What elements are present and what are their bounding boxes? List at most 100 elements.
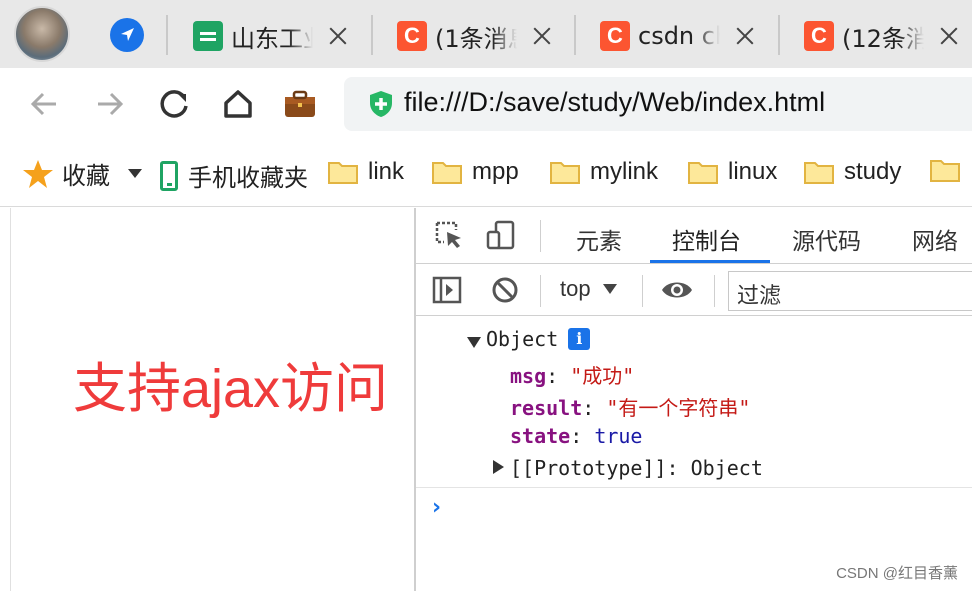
phone-icon [160, 160, 178, 191]
bookmark-folder-mpp[interactable]: mpp [432, 158, 519, 186]
object-header[interactable]: Object i [486, 327, 591, 351]
expand-triangle-icon[interactable] [467, 337, 481, 348]
tab-separator [574, 15, 576, 55]
bookmark-folder-linux[interactable]: linux [688, 158, 777, 186]
csdn-icon: C [804, 21, 834, 51]
context-label: top [560, 276, 591, 301]
tab-elements[interactable]: 元素 [576, 222, 622, 256]
tab-title: (1条消息 [435, 24, 517, 53]
sheets-icon [193, 21, 223, 51]
separator [714, 275, 715, 307]
context-selector[interactable]: top [560, 276, 617, 302]
folder-icon [550, 160, 580, 184]
url-text[interactable]: file:///D:/save/study/Web/index.html [404, 87, 825, 118]
page-viewport: 支持ajax访问 [0, 208, 415, 591]
folder-label: mpp [472, 158, 519, 185]
property-key: state [510, 424, 571, 448]
devtools-tabbar: 元素 控制台 源代码 网络 [416, 208, 972, 264]
property-value: "成功" [570, 364, 635, 388]
tab-strip: 山东工业 C (1条消息 C csdn ch C (12条消 [0, 0, 972, 68]
tab-3[interactable]: C csdn ch [600, 14, 756, 58]
clear-console-icon[interactable] [490, 275, 520, 305]
folder-icon [930, 158, 960, 182]
folder-icon [432, 160, 462, 184]
tab-sources[interactable]: 源代码 [792, 222, 861, 256]
bookmark-folder-mylink[interactable]: mylink [550, 158, 658, 186]
mobile-label: 手机收藏夹 [188, 165, 308, 192]
tab-network[interactable]: 网络 [912, 222, 958, 256]
close-icon[interactable] [938, 25, 960, 47]
tab-separator [778, 15, 780, 55]
tab-4[interactable]: C (12条消 [804, 14, 960, 58]
tab-console[interactable]: 控制台 [672, 222, 741, 256]
csdn-icon: C [397, 21, 427, 51]
reload-button[interactable] [154, 84, 194, 124]
folder-label: study [844, 158, 902, 185]
object-label: Object [486, 327, 559, 351]
property-row: state: true [510, 424, 643, 448]
console-prompt[interactable]: › [432, 495, 441, 520]
forward-button[interactable] [90, 84, 130, 124]
separator [642, 275, 643, 307]
folder-label: linux [728, 158, 778, 185]
sidebar-toggle-icon[interactable] [432, 275, 462, 305]
bookmark-folder-link[interactable]: link [328, 158, 404, 186]
tab-title: csdn ch [638, 22, 720, 50]
prototype-row[interactable]: [[Prototype]]: Object [510, 456, 763, 480]
chevron-down-icon [602, 284, 617, 294]
separator [540, 220, 541, 252]
bookmark-folder-study[interactable]: study [804, 158, 901, 186]
tab-1[interactable]: 山东工业 [193, 14, 349, 58]
bookmark-favorites[interactable]: 收藏 [22, 156, 142, 191]
close-icon[interactable] [531, 25, 553, 47]
reload-icon [160, 90, 188, 118]
profile-avatar[interactable] [14, 6, 70, 62]
property-key: msg [510, 364, 547, 388]
expand-triangle-icon[interactable] [493, 460, 504, 474]
shield-icon [370, 91, 392, 117]
page-heading: 支持ajax访问 [73, 359, 389, 419]
devtools-panel: 元素 控制台 源代码 网络 top 过滤 Object i msg: "成功" … [416, 208, 972, 591]
info-icon[interactable]: i [568, 328, 591, 350]
watermark: CSDN @红目香薰 [836, 565, 958, 582]
bookmark-mobile[interactable]: 手机收藏夹 [160, 158, 308, 193]
favorites-label: 收藏 [62, 163, 110, 190]
back-button[interactable] [24, 84, 64, 124]
property-value: true [594, 424, 643, 448]
close-icon[interactable] [327, 25, 349, 47]
folder-icon [688, 160, 718, 184]
tab-separator [371, 15, 373, 55]
active-tab-indicator [650, 260, 770, 263]
briefcase-button[interactable] [280, 84, 320, 124]
tab-2[interactable]: C (1条消息 [397, 14, 553, 58]
folder-icon [328, 160, 358, 184]
briefcase-icon [285, 90, 315, 117]
close-icon[interactable] [734, 25, 756, 47]
eye-icon[interactable] [660, 275, 694, 305]
inspect-icon[interactable] [434, 220, 464, 250]
property-row: result: "有一个字符串" [510, 396, 751, 420]
chevron-down-icon[interactable] [128, 169, 142, 178]
home-button[interactable] [218, 84, 258, 124]
page-border [10, 208, 11, 591]
tab-separator [166, 15, 168, 55]
navigate-icon[interactable] [110, 18, 144, 52]
property-value: "有一个字符串" [606, 396, 751, 420]
console-toolbar: top 过滤 [416, 265, 972, 316]
home-icon [224, 90, 252, 118]
folder-label: mylink [590, 158, 659, 185]
prototype-value: Object [690, 456, 763, 480]
toolbar: file:///D:/save/study/Web/index.html [0, 68, 972, 140]
bookmarks-bar: 收藏 手机收藏夹 link mpp mylink linux study [0, 140, 972, 207]
device-toolbar-icon[interactable] [486, 220, 516, 250]
back-arrow-icon [30, 92, 56, 116]
filter-input[interactable]: 过滤 [728, 271, 972, 311]
bookmark-folder-more[interactable] [930, 158, 970, 182]
property-key: result [510, 396, 583, 420]
console-output: Object i msg: "成功" result: "有一个字符串" state… [416, 317, 972, 591]
separator [540, 275, 541, 307]
address-bar[interactable]: file:///D:/save/study/Web/index.html [344, 77, 972, 131]
csdn-icon: C [600, 21, 630, 51]
tab-title: (12条消 [842, 24, 924, 53]
console-separator [416, 487, 972, 488]
